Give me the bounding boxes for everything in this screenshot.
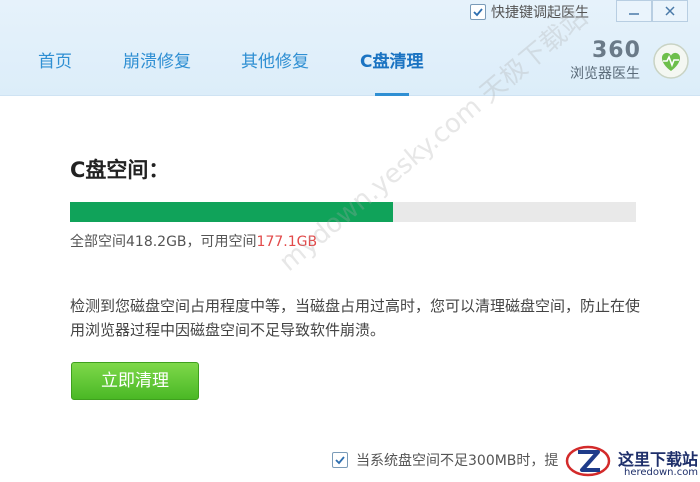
disk-usage-fill (70, 202, 393, 222)
site-name-en: heredown.com (624, 467, 699, 478)
free-space-value: 177.1GB (256, 234, 318, 250)
shortcut-label: 快捷键调起医生 (491, 5, 589, 21)
site-logo-icon (565, 445, 611, 477)
auto-clean-label: 当系统盘空间不足300MB时，提 (356, 453, 559, 469)
close-button[interactable] (652, 0, 688, 22)
site-badge: 这里下载站 heredown.com (562, 442, 700, 482)
check-icon (473, 8, 483, 17)
minimize-button[interactable] (616, 0, 652, 22)
brand-name: 浏览器医生 (570, 66, 640, 82)
disk-description: 检测到您磁盘空间占用程度中等，当磁盘占用过高时，您可以清理磁盘空间，防止在使用浏… (70, 297, 641, 339)
minimize-icon (629, 13, 639, 15)
doctor-logo-icon (653, 43, 689, 79)
auto-clean-checkbox[interactable] (332, 452, 348, 468)
shortcut-option[interactable]: 快捷键调起医生 (470, 2, 589, 22)
brand: 360 浏览器医生 (570, 38, 694, 84)
shortcut-checkbox[interactable] (470, 4, 486, 20)
disk-usage-bar (70, 202, 636, 222)
clean-now-button[interactable]: 立即清理 (71, 362, 199, 400)
tab-c-drive-clean[interactable]: C盘清理 (360, 40, 424, 96)
tab-other-repair[interactable]: 其他修复 (241, 40, 309, 96)
disk-space-info: 全部空间418.2GB，可用空间177.1GB (70, 231, 317, 251)
header: 快捷键调起医生 首页 崩溃修复 其他修复 C盘清理 360 浏览器医生 (0, 0, 700, 96)
tab-crash-repair[interactable]: 崩溃修复 (123, 40, 191, 96)
total-space-text: 全部空间418.2GB，可用空间 (70, 234, 257, 250)
tab-home[interactable]: 首页 (38, 40, 72, 96)
auto-clean-option[interactable]: 当系统盘空间不足300MB时，提 (332, 450, 558, 470)
close-icon (665, 6, 675, 16)
brand-number: 360 (592, 38, 641, 63)
check-icon (335, 456, 345, 465)
disk-space-title: C盘空间： (70, 158, 170, 182)
